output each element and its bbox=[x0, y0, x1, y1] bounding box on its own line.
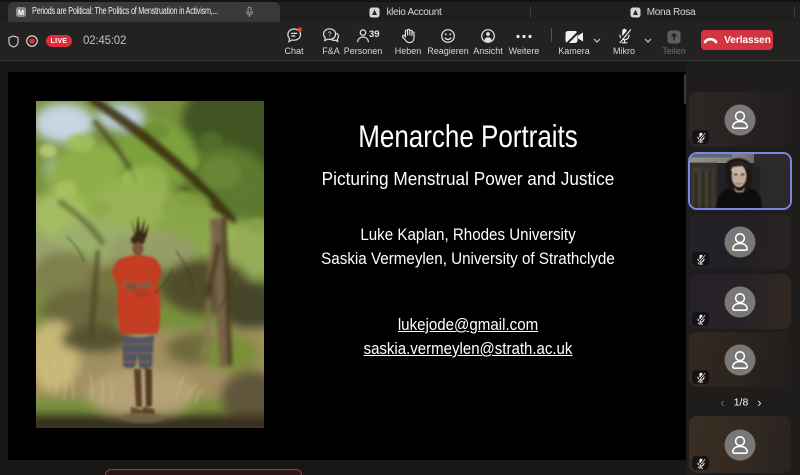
svg-text:?: ? bbox=[328, 30, 332, 39]
